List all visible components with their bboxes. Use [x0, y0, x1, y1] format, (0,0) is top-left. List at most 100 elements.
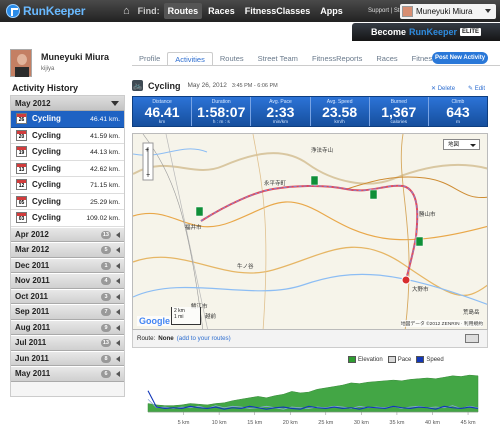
activity-item[interactable]: 05 Cycling 25.29 km. [11, 193, 124, 210]
find-label: Find: [137, 6, 160, 16]
google-logo: Google [137, 316, 172, 326]
home-icon[interactable]: ⌂ [123, 5, 130, 17]
activity-distance: 41.59 km. [90, 132, 120, 140]
month-label: Dec 2011 [15, 260, 50, 270]
month-header-collapsed[interactable]: Nov 2011 4 [11, 273, 124, 289]
activity-distance: 25.29 km. [90, 198, 120, 206]
month-header-collapsed[interactable]: Dec 2011 1 [11, 257, 124, 273]
map-label: 荒島岳 [463, 310, 480, 316]
month-header-collapsed[interactable]: Aug 2011 9 [11, 319, 124, 335]
calendar-icon: 13 [16, 162, 27, 174]
x-tick-label: 10 km [212, 420, 227, 426]
activity-header: 🚲 Cycling May 26, 2012 3:45 PM - 6:06 PM [132, 80, 278, 91]
map-canvas[interactable] [133, 134, 488, 330]
tab-street-team[interactable]: Street Team [251, 52, 305, 65]
activity-stats-bar: Distance 46.41 km Duration 1:58:07 h : m : s… [132, 96, 488, 127]
x-tick-label: 30 km [354, 420, 369, 426]
tab-routes[interactable]: Routes [213, 52, 251, 65]
activity-count-badge: 6 [101, 370, 111, 378]
x-tick-label: 40 km [425, 420, 440, 426]
activity-item[interactable]: 19 Cycling 44.13 km. [11, 144, 124, 161]
activity-map[interactable]: +− 地図 浄法寺山 勝山市 大野市 福井市 鯖江市 牛ノ谷 越前 荒島岳 永平… [132, 133, 488, 330]
post-new-activity-button[interactable]: Post New Activity [432, 52, 488, 64]
activity-history-sidebar: May 2012 26 Cycling 46.41 km. 20 Cycling… [10, 95, 125, 397]
delete-activity-link[interactable]: ✕ Delete [431, 85, 455, 92]
pencil-icon: ✎ [468, 86, 475, 92]
stat-climb: Climb 643 m [446, 99, 470, 125]
tab-activities[interactable]: Activities [167, 52, 213, 65]
map-label: 永平寺町 [264, 181, 287, 187]
month-label: Jun 2011 [15, 353, 49, 363]
map-credit[interactable]: 地図データ ©2012 ZENRIN · 利用規約 [400, 320, 483, 327]
activity-title: Cycling [148, 80, 181, 91]
month-label: Oct 2011 [15, 291, 48, 301]
runkeeper-logo-icon [6, 4, 20, 18]
svg-text:+: + [145, 147, 149, 154]
month-header-collapsed[interactable]: Jul 2011 13 [11, 335, 124, 351]
activity-count-badge: 4 [101, 277, 111, 285]
nav-routes[interactable]: Routes [163, 3, 203, 19]
add-route-link[interactable]: (add to your routes) [177, 335, 231, 342]
activity-name: Cycling [32, 114, 61, 124]
month-header-collapsed[interactable]: Sep 2011 7 [11, 304, 124, 320]
profile-avatar[interactable] [10, 49, 32, 77]
activity-count-badge: 8 [101, 354, 111, 363]
month-label: Mar 2012 [15, 245, 50, 255]
tab-fitness-reports[interactable]: FitnessReports [305, 52, 369, 65]
user-name: Muneyuki Miura [416, 7, 473, 16]
nav-races[interactable]: Races [204, 3, 239, 19]
main-navigation: Find: Routes Races FitnessClasses Apps [138, 3, 349, 19]
activity-name: Cycling [32, 130, 61, 140]
month-label: Jul 2011 [15, 338, 47, 348]
profile-name[interactable]: Muneyuki Miura [41, 52, 109, 62]
calendar-icon: 26 [16, 113, 27, 125]
activity-item[interactable]: 26 Cycling 46.41 km. [11, 111, 124, 128]
activity-distance: 44.13 km. [90, 149, 120, 156]
activity-item[interactable]: 03 Cycling 109.02 km. [11, 210, 124, 227]
nav-fitness-classes[interactable]: FitnessClasses [241, 3, 315, 19]
nav-apps[interactable]: Apps [316, 3, 347, 19]
x-tick-label: 20 km [283, 420, 298, 426]
activity-time: 3:45 PM - 6:06 PM [231, 82, 278, 89]
activity-count-badge: 3 [101, 292, 111, 301]
month-header-collapsed[interactable]: Oct 2011 3 [11, 288, 124, 304]
user-menu[interactable]: Muneyuki Miura [400, 4, 496, 19]
open-month-label: May 2012 [15, 98, 51, 108]
svg-text:−: − [146, 172, 150, 179]
map-label: 大野市 [412, 287, 429, 293]
month-label: Aug 2011 [15, 322, 51, 332]
tab-races[interactable]: Races [369, 52, 404, 65]
activity-name: Cycling [32, 180, 61, 190]
app-title: RunKeeper [23, 4, 86, 18]
activity-item[interactable]: 20 Cycling 41.59 km. [11, 127, 124, 144]
x-tick-label: 35 km [389, 420, 404, 426]
month-header-collapsed[interactable]: Jun 2011 8 [11, 350, 124, 366]
stat-calories-burned: Burned 1,367 calories [370, 97, 429, 126]
runkeeper-logo[interactable]: RunKeeper [6, 4, 114, 18]
month-header-collapsed[interactable]: Mar 2012 5 [11, 242, 124, 258]
activity-name: Cycling [32, 163, 61, 173]
activity-count-badge: 5 [101, 246, 111, 254]
activity-item[interactable]: 12 Cycling 71.15 km. [11, 177, 124, 194]
month-header-collapsed[interactable]: Apr 2012 13 [11, 226, 124, 242]
activity-item[interactable]: 13 Cycling 42.62 km. [11, 160, 124, 177]
activity-distance: 42.62 km. [90, 165, 120, 173]
month-label: May 2011 [15, 369, 51, 379]
month-label: Apr 2012 [15, 229, 49, 239]
stat-average-pace: Avg. Pace 2:33 min/km [251, 97, 311, 126]
route-view-icon[interactable] [465, 334, 479, 343]
map-type-select[interactable]: 地図 [443, 139, 480, 150]
become-label: Become [370, 27, 406, 37]
map-zoom-control[interactable]: + − [140, 142, 156, 182]
calendar-icon: 05 [16, 195, 27, 207]
month-header-may-2012[interactable]: May 2012 [11, 96, 124, 111]
calendar-icon: 20 [16, 129, 27, 141]
stat-average-speed: Avg. Speed 23.58 km/h [311, 97, 370, 126]
month-header-collapsed[interactable]: May 2011 6 [11, 366, 124, 382]
x-tick-label: 15 km [247, 420, 262, 426]
x-tick-label: 45 km [461, 420, 476, 426]
tab-profile[interactable]: Profile [132, 52, 167, 65]
edit-activity-link[interactable]: ✎ Edit [468, 85, 485, 92]
become-elite-banner[interactable]: Become RunKeeper ELITE [352, 23, 500, 41]
tab-divider [132, 65, 500, 66]
